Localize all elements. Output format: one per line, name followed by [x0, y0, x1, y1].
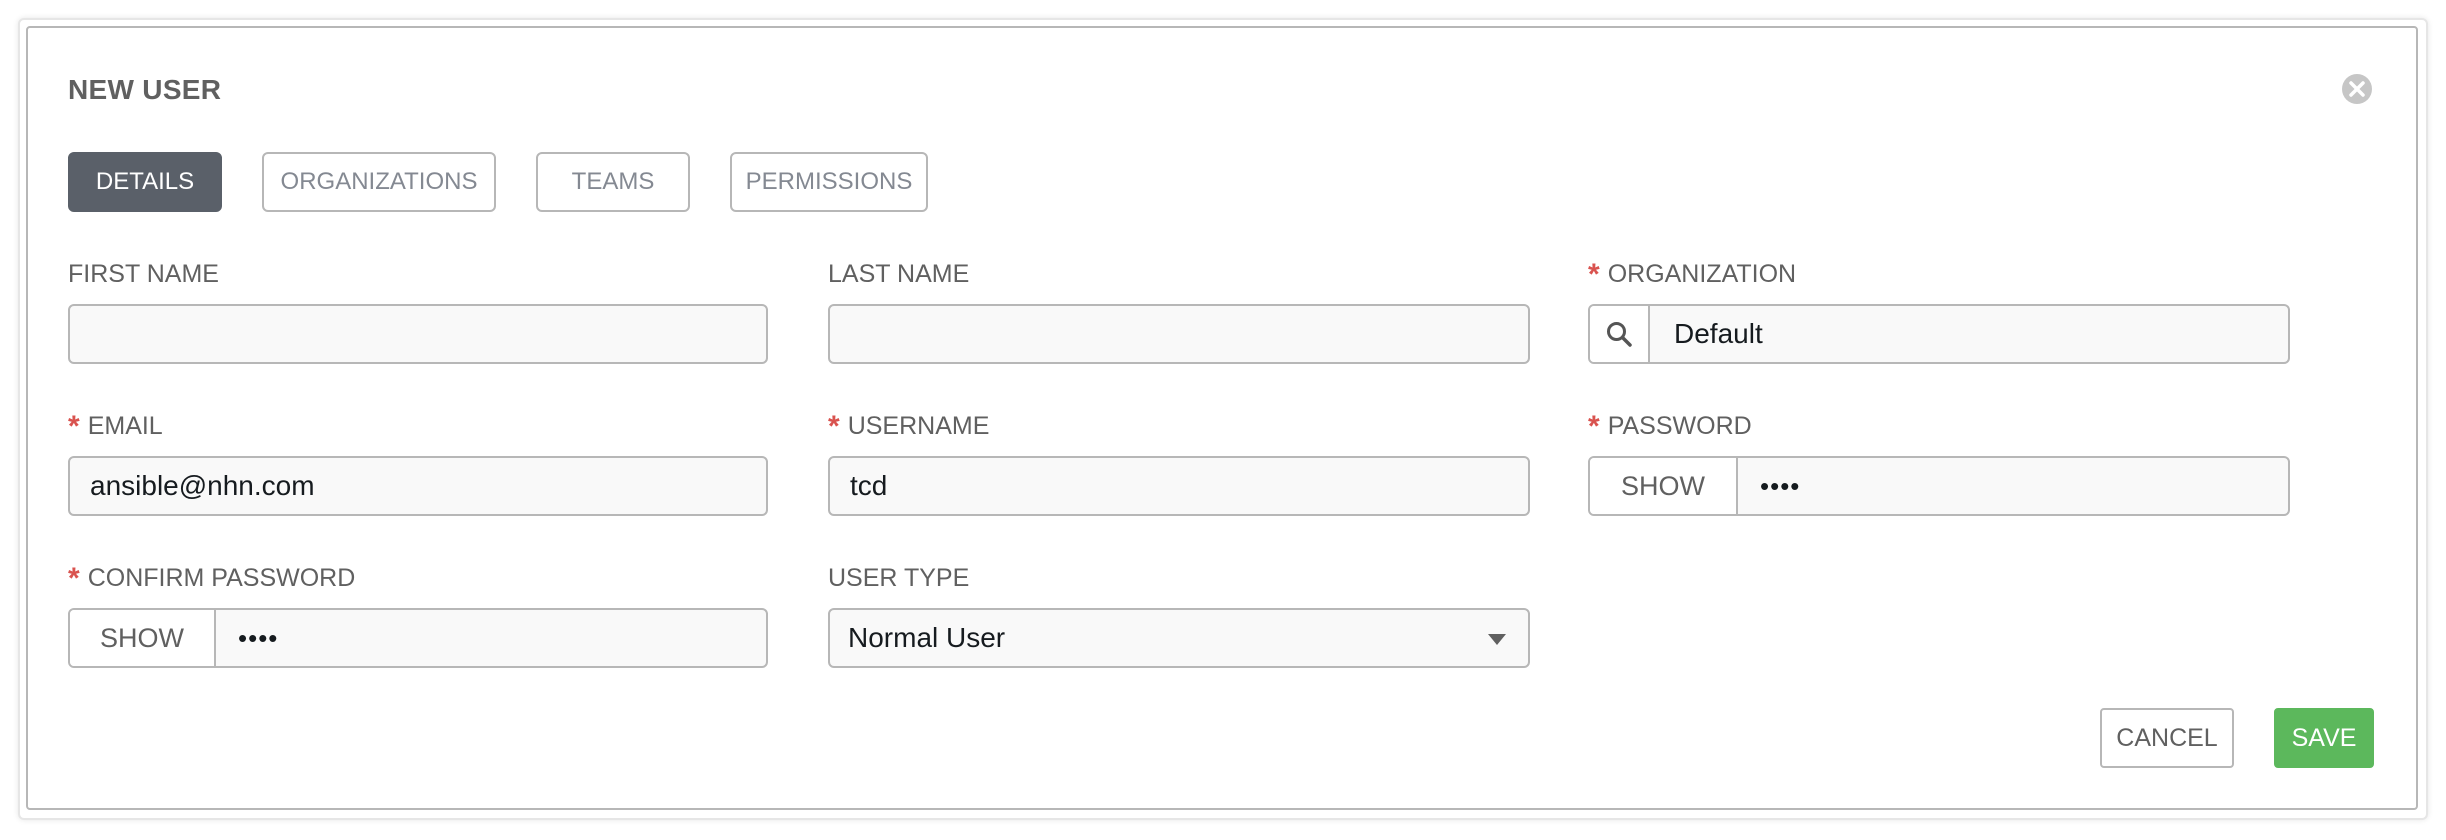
tab-details[interactable]: DETAILS — [68, 152, 222, 212]
confirm-password-value[interactable]: •••• — [216, 610, 766, 666]
dialog-title: NEW USER — [68, 74, 222, 105]
new-user-panel — [26, 26, 2418, 810]
password-label: PASSWORD — [1607, 412, 1752, 440]
caret-down-icon — [1488, 634, 1506, 645]
first-name-input[interactable] — [68, 304, 768, 364]
email-label: EMAIL — [87, 412, 163, 440]
password-show-button[interactable]: SHOW — [1590, 458, 1738, 514]
user-type-label: USER TYPE — [828, 564, 970, 592]
username-label: USERNAME — [847, 412, 990, 440]
password-value[interactable]: •••• — [1738, 458, 2288, 514]
tab-organizations[interactable]: ORGANIZATIONS — [262, 152, 496, 212]
confirm-password-label: CONFIRM PASSWORD — [87, 564, 356, 592]
user-type-value: Normal User — [848, 622, 1006, 653]
last-name-label: LAST NAME — [828, 260, 970, 288]
organization-value: Default — [1674, 318, 1763, 349]
password-field[interactable]: SHOW •••• — [1588, 456, 2290, 516]
organization-label-wrap: * ORGANIZATION — [1588, 258, 1796, 292]
email-input[interactable] — [68, 456, 768, 516]
tab-permissions[interactable]: PERMISSIONS — [730, 152, 928, 212]
last-name-input[interactable] — [828, 304, 1530, 364]
first-name-label: FIRST NAME — [68, 260, 219, 288]
required-asterisk: * — [828, 410, 840, 443]
cancel-button[interactable]: CANCEL — [2100, 708, 2234, 768]
user-type-select[interactable]: Normal User — [828, 608, 1530, 668]
required-asterisk: * — [68, 410, 80, 443]
search-icon — [1607, 322, 1632, 347]
organization-lookup-button[interactable] — [1590, 306, 1650, 362]
username-input[interactable] — [828, 456, 1530, 516]
password-label-wrap: * PASSWORD — [1588, 410, 1752, 444]
required-asterisk: * — [68, 562, 80, 595]
email-label-wrap: * EMAIL — [68, 410, 163, 444]
tab-teams[interactable]: TEAMS — [536, 152, 690, 212]
organization-label: ORGANIZATION — [1607, 260, 1797, 288]
required-asterisk: * — [1588, 258, 1600, 291]
save-button[interactable]: SAVE — [2274, 708, 2374, 768]
username-label-wrap: * USERNAME — [828, 410, 989, 444]
confirm-password-show-button[interactable]: SHOW — [70, 610, 216, 666]
required-asterisk: * — [1588, 410, 1600, 443]
confirm-password-label-wrap: * CONFIRM PASSWORD — [68, 562, 355, 596]
close-icon[interactable] — [2340, 72, 2374, 106]
confirm-password-field[interactable]: SHOW •••• — [68, 608, 768, 668]
organization-field[interactable]: Default — [1588, 304, 2290, 364]
